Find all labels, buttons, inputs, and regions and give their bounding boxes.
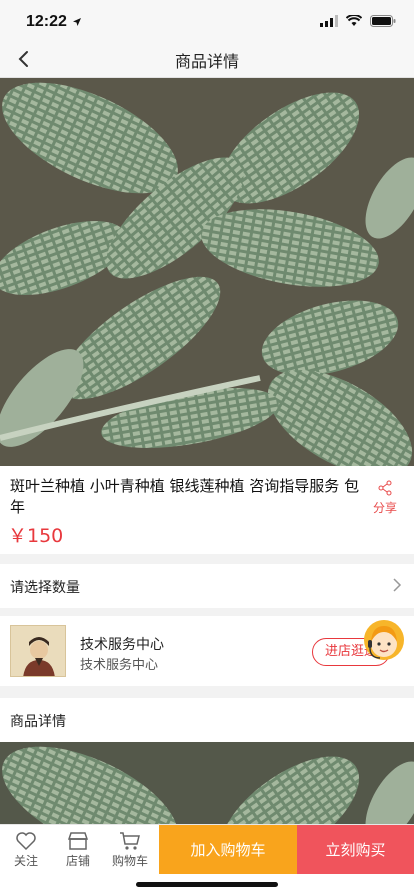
cart-label: 购物车 bbox=[111, 854, 148, 868]
quantity-selector[interactable]: 请选择数量 bbox=[0, 564, 414, 608]
wifi-icon bbox=[346, 15, 362, 26]
product-photo bbox=[0, 78, 414, 466]
shop-card: 技术服务中心 技术服务中心 进店逛逛 bbox=[0, 616, 414, 686]
status-icons bbox=[320, 15, 396, 27]
shop-tab-button[interactable]: 店铺 bbox=[52, 825, 104, 875]
follow-label: 关注 bbox=[13, 854, 38, 868]
product-image[interactable] bbox=[0, 78, 414, 466]
buy-now-button[interactable]: 立刻购买 bbox=[297, 825, 414, 875]
share-label: 分享 bbox=[372, 501, 397, 515]
bottom-action-bar: 关注 店铺 购物车 加入购物车 立刻购买 bbox=[0, 824, 414, 875]
battery-icon bbox=[370, 15, 396, 27]
chevron-right-icon bbox=[393, 578, 402, 592]
detail-label: 商品详情 bbox=[10, 714, 66, 730]
shop-avatar[interactable] bbox=[10, 625, 66, 677]
product-price: ￥150 bbox=[8, 525, 64, 547]
detail-photo bbox=[0, 742, 414, 824]
product-info: 斑叶兰种植 小叶青种植 银线莲种植 咨询指导服务 包年 分享 ￥150 bbox=[0, 466, 414, 554]
cart-icon bbox=[120, 832, 140, 850]
shop-avatar-image bbox=[11, 626, 65, 676]
follow-button[interactable]: 关注 bbox=[0, 825, 52, 875]
customer-service-icon bbox=[364, 620, 404, 660]
shop-tab-label: 店铺 bbox=[65, 854, 90, 868]
shop-subtitle: 技术服务中心 bbox=[80, 658, 159, 673]
page-title: 商品详情 bbox=[174, 52, 239, 71]
location-arrow-icon bbox=[73, 18, 81, 26]
detail-image bbox=[0, 742, 414, 824]
product-title: 斑叶兰种植 小叶青种植 银线莲种植 咨询指导服务 包年 bbox=[10, 477, 360, 516]
home-indicator[interactable] bbox=[136, 882, 278, 887]
store-icon bbox=[67, 832, 89, 850]
signal-icon bbox=[320, 15, 338, 27]
add-to-cart-button[interactable]: 加入购物车 bbox=[159, 825, 297, 875]
shop-name: 技术服务中心 bbox=[80, 637, 164, 653]
customer-service-button[interactable] bbox=[360, 618, 408, 670]
share-button[interactable]: 分享 bbox=[370, 480, 400, 516]
home-indicator-area bbox=[0, 874, 414, 896]
status-bar: 12:22 bbox=[0, 0, 414, 40]
cart-button[interactable]: 购物车 bbox=[104, 825, 156, 875]
status-time: 12:22 bbox=[26, 13, 67, 30]
quantity-label: 请选择数量 bbox=[10, 580, 80, 596]
detail-section-header: 商品详情 bbox=[0, 698, 414, 742]
nav-bar: 商品详情 bbox=[0, 40, 414, 78]
share-icon bbox=[378, 480, 392, 496]
heart-icon bbox=[16, 832, 36, 851]
